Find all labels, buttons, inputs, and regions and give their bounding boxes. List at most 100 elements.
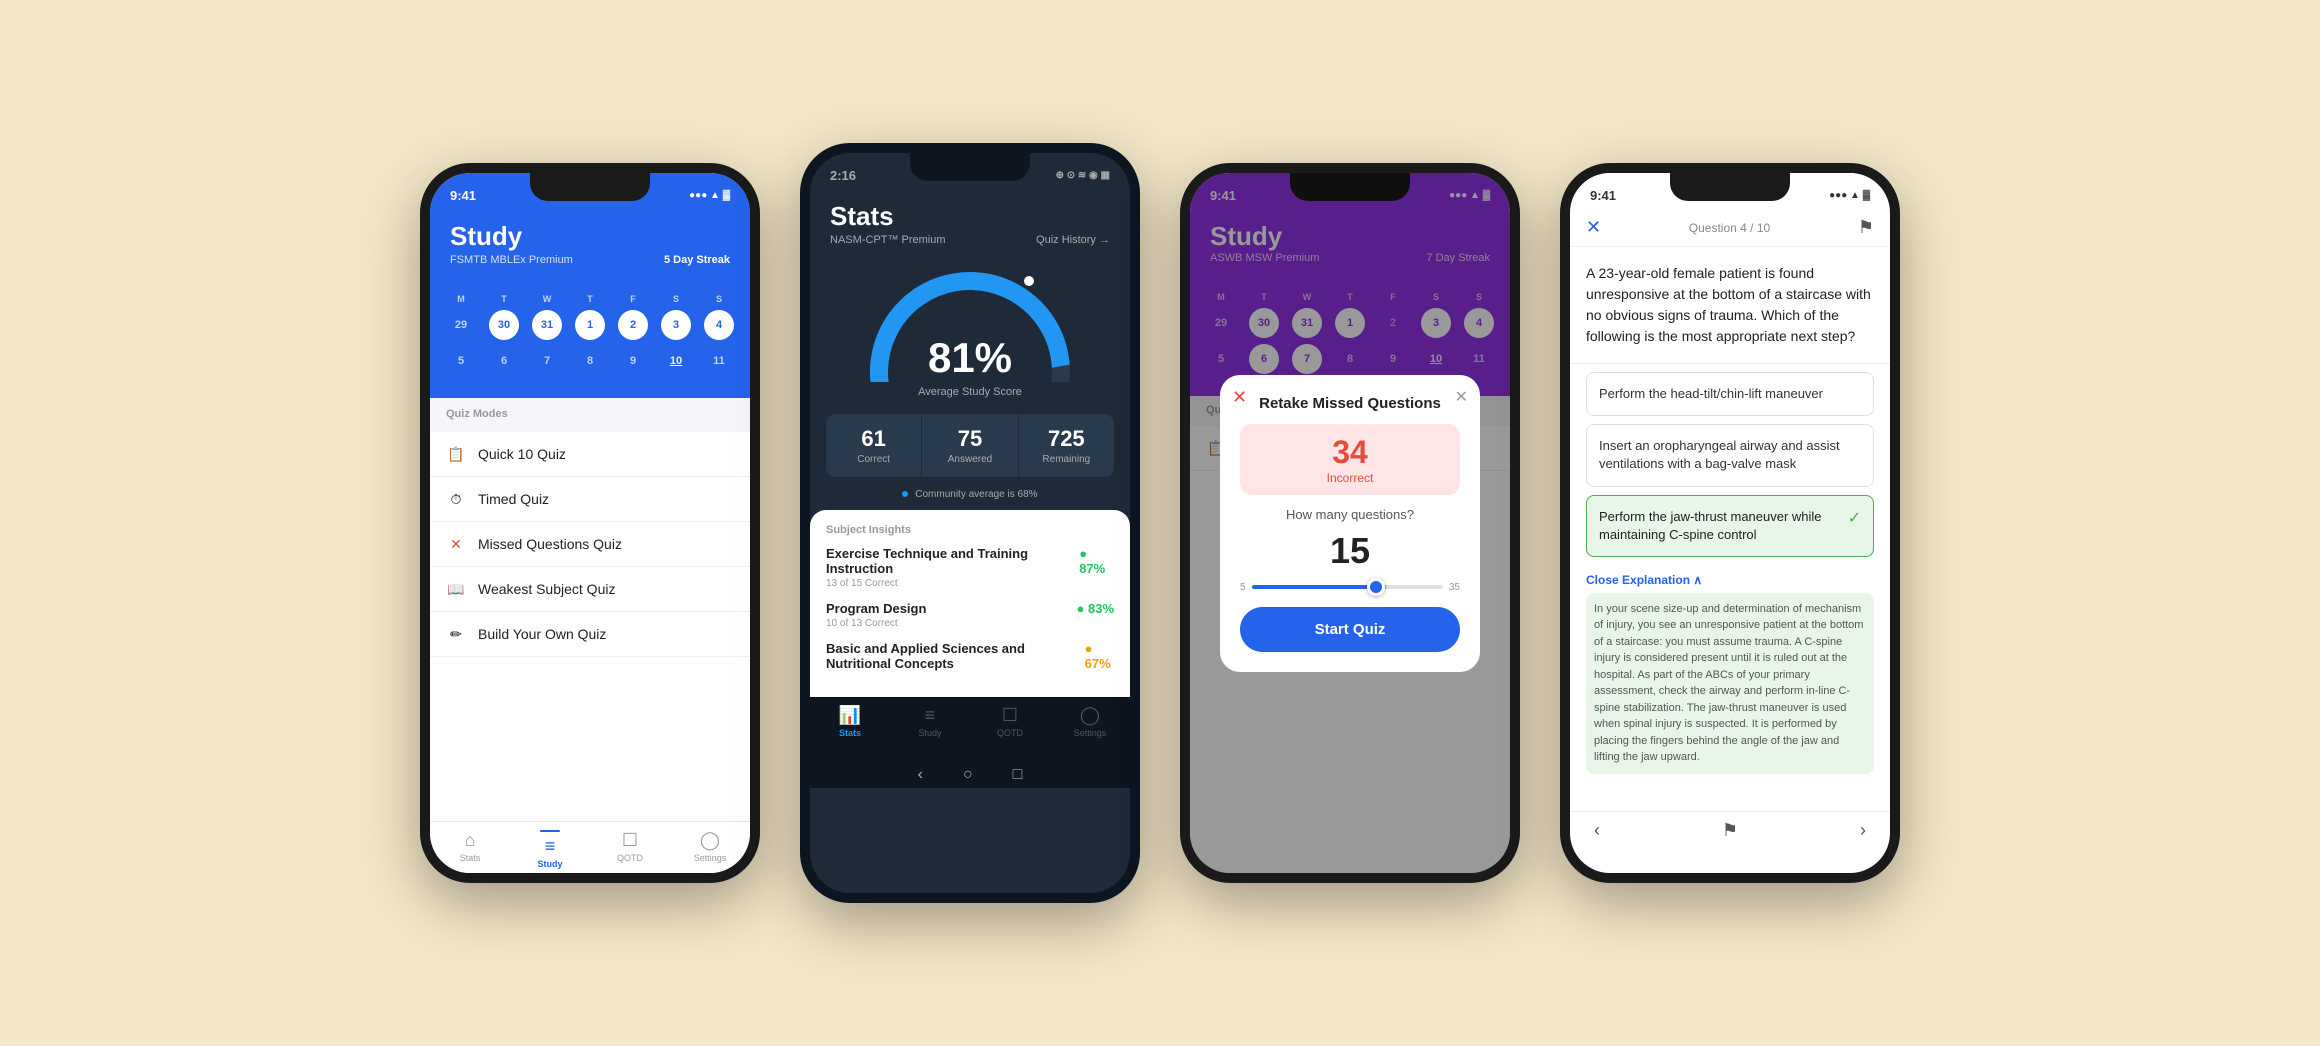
quiz-item-missed[interactable]: ✕ Missed Questions Quiz (430, 522, 750, 567)
stats-nav-label: Stats (460, 853, 481, 863)
slider-row: 5 35 (1240, 582, 1460, 593)
settings-nav-label: Settings (694, 853, 727, 863)
gauge-label: Average Study Score (918, 386, 1022, 398)
si-label: Subject Insights (826, 524, 1114, 536)
p2-nav-study[interactable]: ≡ Study (890, 705, 970, 738)
cal-header: M T W T F S S (446, 294, 734, 304)
notch-4 (1670, 173, 1790, 201)
study-underline (540, 830, 560, 832)
si-item-1: Exercise Technique and Training Instruct… (826, 546, 1114, 589)
phone-1-study: 9:41 ●●● ▲ ▓ Study FSMTB MBLEx Premium 5… (420, 163, 760, 883)
p2-settings-icon: ◯ (1080, 705, 1100, 726)
start-quiz-btn[interactable]: Start Quiz (1240, 607, 1460, 652)
stat-remaining: 725 Remaining (1019, 414, 1114, 477)
nav-settings[interactable]: ◯ Settings (670, 830, 750, 869)
timed-label: Timed Quiz (478, 491, 549, 507)
notch-1 (530, 173, 650, 201)
modal-close-btn[interactable]: ✕ (1455, 387, 1468, 407)
si-name-1: Exercise Technique and Training Instruct… (826, 546, 1079, 576)
nav-qotd[interactable]: ☐ QOTD (590, 830, 670, 869)
quiz-item-custom[interactable]: ✏ Build Your Own Quiz (430, 612, 750, 657)
time-1: 9:41 (450, 188, 476, 203)
incorrect-num: 34 (1250, 434, 1450, 471)
slider-min: 5 (1240, 582, 1246, 593)
p1-subtitle: FSMTB MBLEx Premium 5 Day Streak (450, 254, 730, 266)
answer-1[interactable]: Perform the head-tilt/chin-lift maneuver (1586, 372, 1874, 416)
quiz-modes-label: Quiz Modes (446, 408, 734, 420)
slider-thumb[interactable] (1367, 578, 1385, 596)
status-icons-4: ●●● ▲ ▓ (1829, 190, 1870, 201)
p1-subtitle-text: FSMTB MBLEx Premium (450, 254, 573, 266)
slider-track[interactable] (1252, 585, 1443, 589)
quick10-label: Quick 10 Quiz (478, 446, 566, 462)
p2-nav-stats[interactable]: 📊 Stats (810, 705, 890, 738)
stats-row: 61 Correct 75 Answered 725 Remaining (826, 414, 1114, 477)
custom-icon: ✏ (446, 624, 466, 644)
modal-back-btn[interactable]: ✕ (1232, 387, 1247, 408)
subject-insights: Subject Insights Exercise Technique and … (810, 510, 1130, 697)
p1-header: Study FSMTB MBLEx Premium 5 Day Streak (430, 209, 750, 286)
missed-label: Missed Questions Quiz (478, 536, 622, 552)
quiz-item-weakest[interactable]: 📖 Weakest Subject Quiz (430, 567, 750, 612)
question-text: A 23-year-old female patient is found un… (1570, 247, 1890, 364)
gauge-dot (1024, 276, 1034, 286)
si-sub-2: 10 of 13 Correct (826, 618, 1114, 629)
nav-stats[interactable]: ⌂ Stats (430, 830, 510, 869)
p2-study-label: Study (918, 728, 941, 738)
status-icons-1: ●●● ▲ ▓ (689, 190, 730, 201)
stats-nav-icon: ⌂ (465, 830, 476, 851)
timed-icon: ⏱ (446, 489, 466, 509)
si-pct-2: ● 83% (1077, 601, 1114, 616)
gauge-container: 81% (870, 272, 1070, 382)
stat-remaining-lbl: Remaining (1031, 454, 1102, 465)
explanation-text: In your scene size-up and determination … (1586, 593, 1874, 774)
android-back[interactable]: ‹ (918, 766, 923, 784)
stat-correct: 61 Correct (826, 414, 922, 477)
answer-3-correct[interactable]: Perform the jaw-thrust maneuver while ma… (1586, 495, 1874, 557)
slider-max: 35 (1449, 582, 1460, 593)
phone-4-question: 9:41 ●●● ▲ ▓ ✕ Question 4 / 10 ⚑ A 23-ye… (1560, 163, 1900, 883)
nav-study[interactable]: ≡ Study (510, 830, 590, 869)
si-name-3: Basic and Applied Sciences and Nutrition… (826, 641, 1085, 671)
check-mark-icon: ✓ (1848, 508, 1861, 530)
p1-calendar: M T W T F S S 29 30 31 1 2 3 4 5 6 7 8 9… (430, 286, 750, 398)
time-4: 9:41 (1590, 188, 1616, 203)
quiz-history-btn[interactable]: Quiz History → (1036, 234, 1110, 246)
p4-bookmark-btn[interactable]: ⚑ (1858, 217, 1874, 238)
si-name-2: Program Design (826, 601, 926, 616)
community-avg: Community average is 68% (810, 489, 1130, 500)
p4-next-btn[interactable]: › (1860, 820, 1866, 841)
p4-close-btn[interactable]: ✕ (1586, 217, 1601, 238)
quick10-icon: 📋 (446, 444, 466, 464)
close-explanation-btn[interactable]: Close Explanation ∧ (1586, 573, 1874, 587)
modal-title: Retake Missed Questions (1240, 395, 1460, 412)
answer-3-text: Perform the jaw-thrust maneuver while ma… (1599, 508, 1842, 544)
android-home[interactable]: ○ (963, 766, 973, 784)
si-pct-3: ● 67% (1085, 641, 1114, 671)
p4-nav-bar: ‹ ⚑ › (1570, 811, 1890, 849)
study-nav-label: Study (537, 859, 562, 869)
p2-nav-qotd[interactable]: ☐ QOTD (970, 705, 1050, 738)
p2-header: Stats NASM-CPT™ Premium Quiz History → (810, 189, 1130, 262)
stat-answered-lbl: Answered (934, 454, 1005, 465)
p4-question-num: Question 4 / 10 (1689, 221, 1770, 235)
quiz-item-quick10[interactable]: 📋 Quick 10 Quiz (430, 432, 750, 477)
p4-flag-btn[interactable]: ⚑ (1722, 820, 1738, 841)
weakest-icon: 📖 (446, 579, 466, 599)
p1-streak: 5 Day Streak (664, 254, 730, 266)
weakest-label: Weakest Subject Quiz (478, 581, 615, 597)
cal-row-1: 29 30 31 1 2 3 4 (446, 310, 734, 340)
how-many-text: How many questions? (1240, 507, 1460, 522)
qotd-nav-label: QOTD (617, 853, 643, 863)
p2-title: Stats (830, 201, 1110, 232)
p1-title: Study (450, 221, 730, 252)
gauge-section: 81% Average Study Score (810, 262, 1130, 414)
p4-prev-btn[interactable]: ‹ (1594, 820, 1600, 841)
p2-qotd-icon: ☐ (1002, 705, 1018, 726)
android-recents[interactable]: □ (1013, 766, 1023, 784)
p2-nav-settings[interactable]: ◯ Settings (1050, 705, 1130, 738)
modal-overlay: ✕ ✕ Retake Missed Questions 34 Incorrect… (1190, 173, 1510, 873)
incorrect-lbl: Incorrect (1250, 471, 1450, 485)
answer-2[interactable]: Insert an oropharyngeal airway and assis… (1586, 424, 1874, 486)
quiz-item-timed[interactable]: ⏱ Timed Quiz (430, 477, 750, 522)
